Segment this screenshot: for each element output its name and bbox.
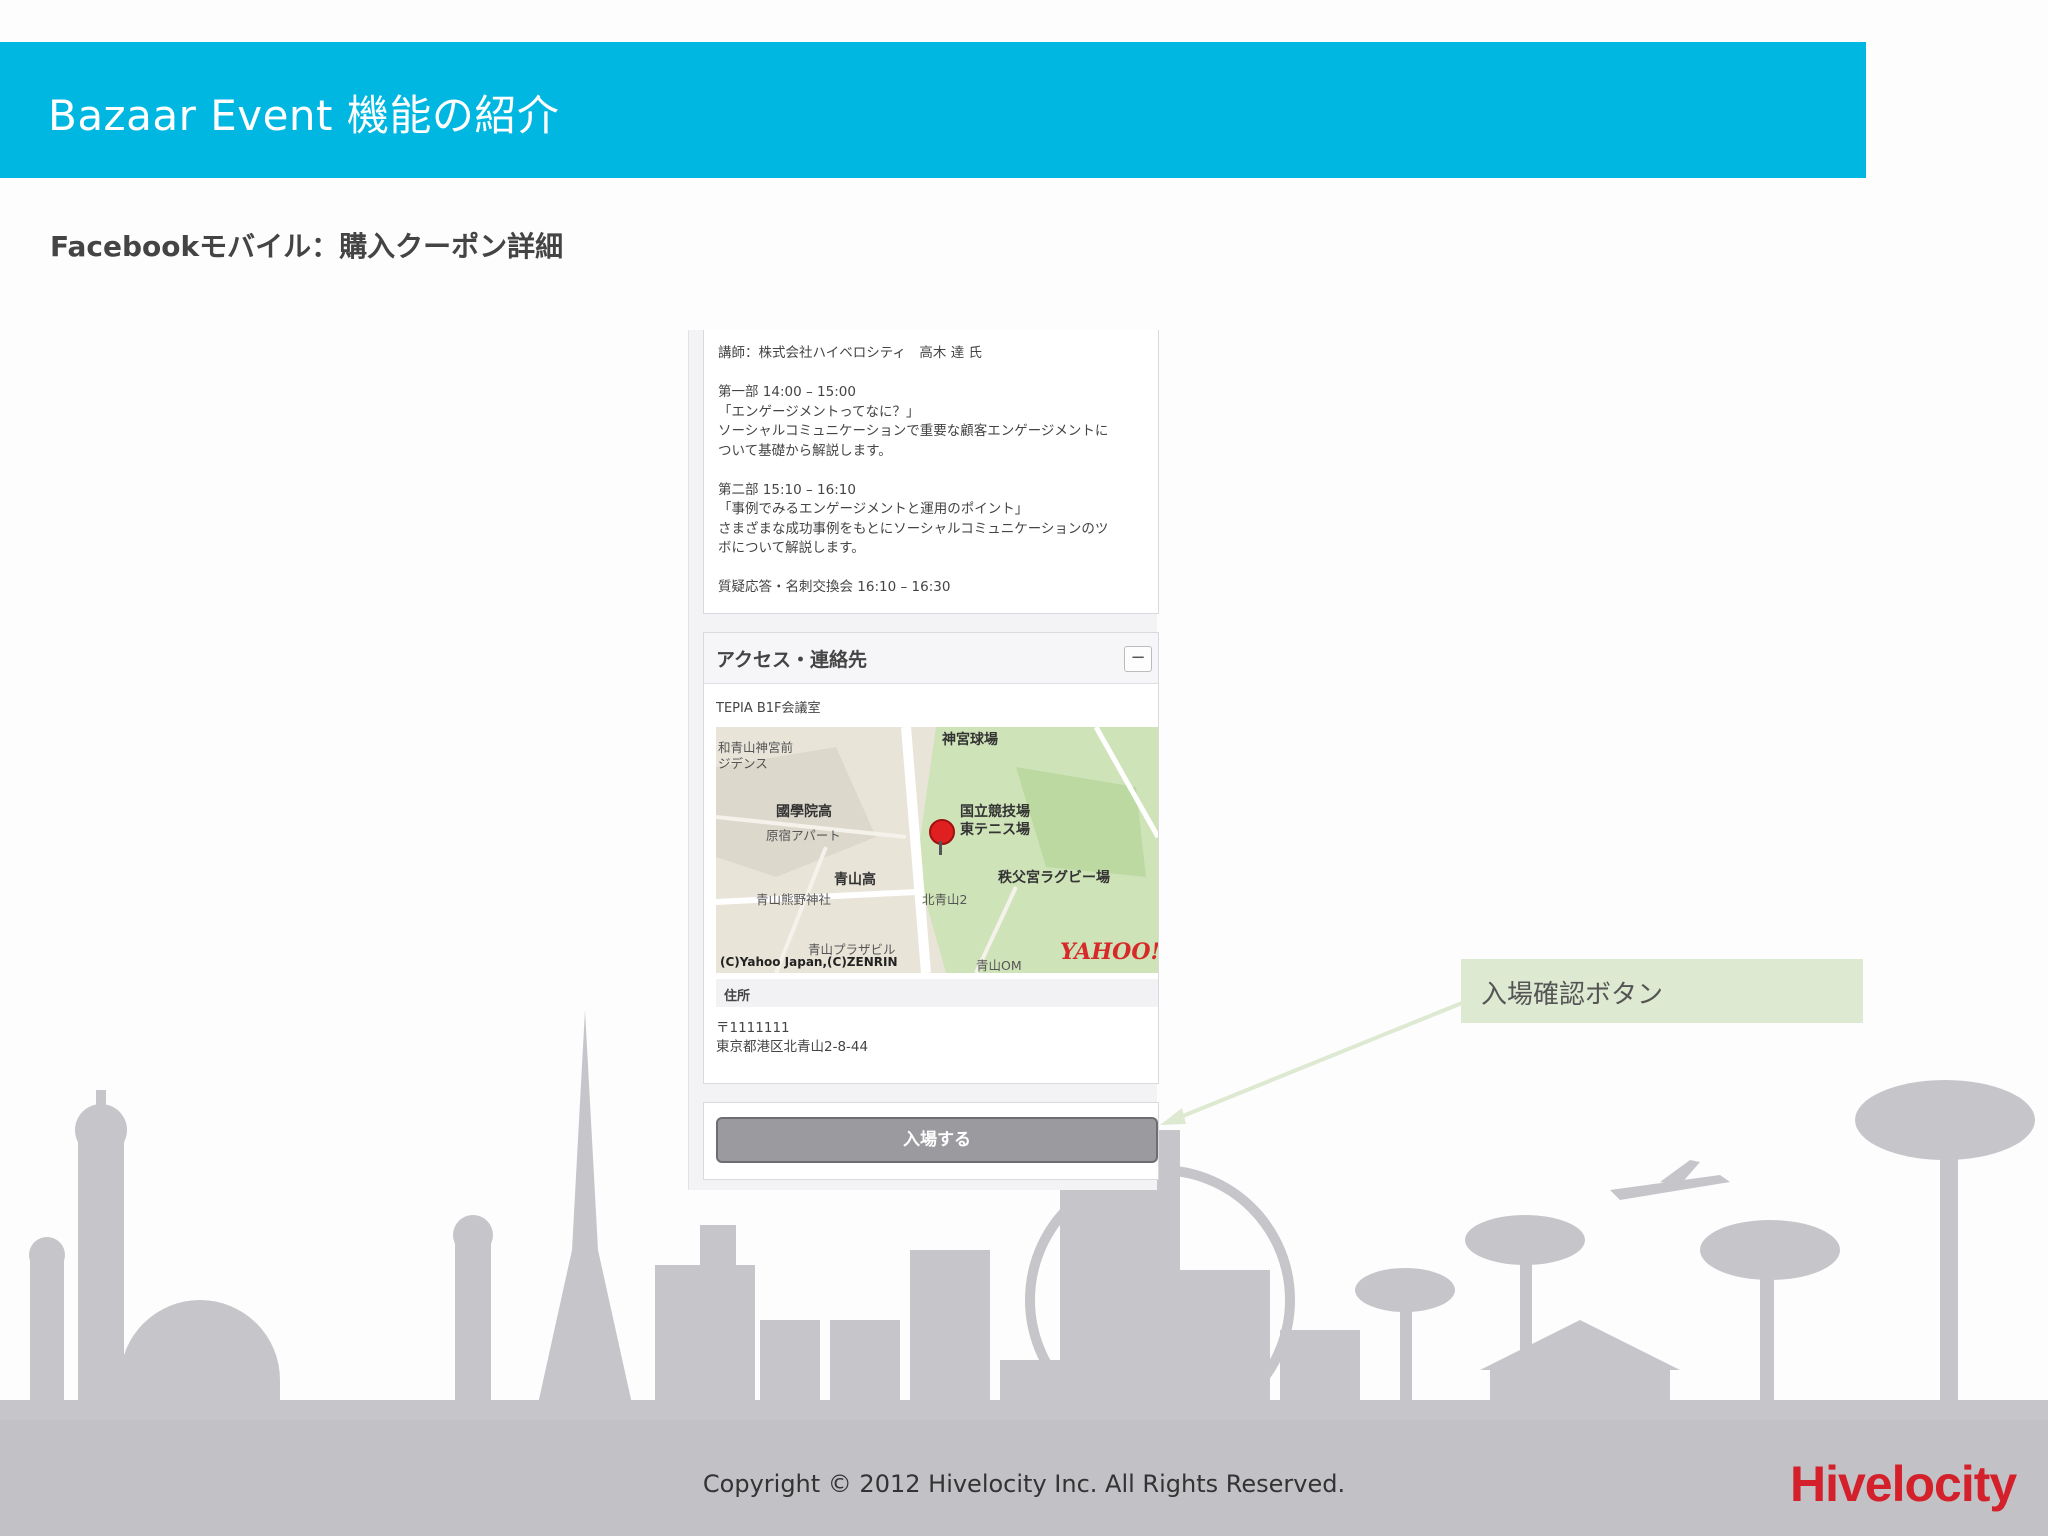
slide: Bazaar Event 機能の紹介 Facebookモバイル：購入クーポン詳細… <box>0 0 2048 1536</box>
copyright-text: Copyright © 2012 Hivelocity Inc. All Rig… <box>702 1470 1346 1498</box>
callout-label: 入場確認ボタン <box>1481 980 1664 1010</box>
callout-arrow <box>1160 1001 1463 1125</box>
callout-box: 入場確認ボタン <box>1461 959 1863 1023</box>
hivelocity-logo: Hivelocity <box>1790 1456 2017 1512</box>
